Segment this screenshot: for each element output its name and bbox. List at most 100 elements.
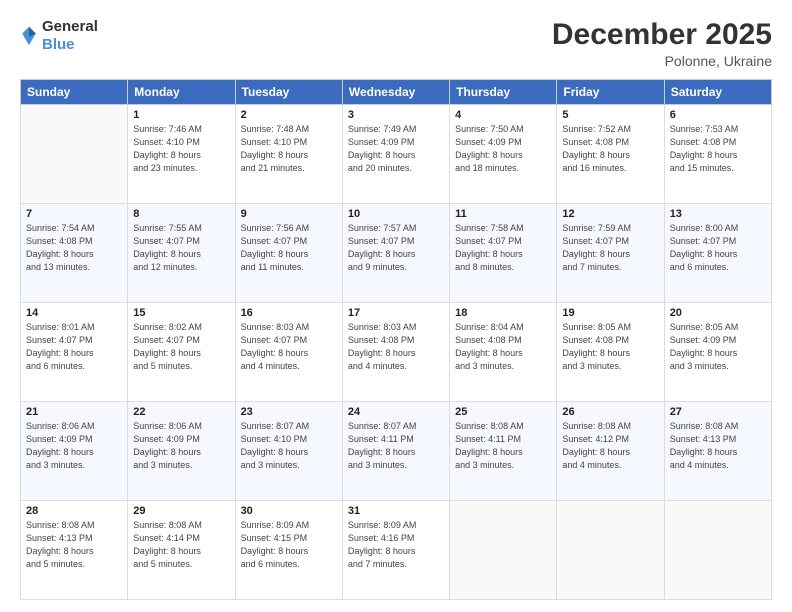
calendar-table: SundayMondayTuesdayWednesdayThursdayFrid… <box>20 79 772 600</box>
day-info: Sunrise: 7:49 AMSunset: 4:09 PMDaylight:… <box>348 123 444 175</box>
calendar-header: SundayMondayTuesdayWednesdayThursdayFrid… <box>21 80 772 105</box>
calendar-cell: 7 Sunrise: 7:54 AMSunset: 4:08 PMDaylight… <box>21 204 128 303</box>
day-number: 5 <box>562 109 658 121</box>
day-info: Sunrise: 8:08 AMSunset: 4:13 PMDaylight:… <box>670 420 766 472</box>
calendar-cell: 25 Sunrise: 8:08 AMSunset: 4:11 PMDayligh… <box>450 402 557 501</box>
calendar-cell <box>450 501 557 600</box>
day-info: Sunrise: 7:57 AMSunset: 4:07 PMDaylight:… <box>348 222 444 274</box>
day-info: Sunrise: 8:04 AMSunset: 4:08 PMDaylight:… <box>455 321 551 373</box>
calendar-cell: 2 Sunrise: 7:48 AMSunset: 4:10 PMDaylight… <box>235 105 342 204</box>
calendar-cell: 23 Sunrise: 8:07 AMSunset: 4:10 PMDayligh… <box>235 402 342 501</box>
day-info: Sunrise: 7:56 AMSunset: 4:07 PMDaylight:… <box>241 222 337 274</box>
calendar-week-row: 21Sunrise: 8:06 AMSunset: 4:09 PMDayligh… <box>21 402 772 501</box>
calendar-cell: 29 Sunrise: 8:08 AMSunset: 4:14 PMDayligh… <box>128 501 235 600</box>
day-number: 20 <box>670 307 766 319</box>
day-info: Sunrise: 7:54 AMSunset: 4:08 PMDaylight:… <box>26 222 122 274</box>
calendar-cell: 26Sunrise: 8:08 AMSunset: 4:12 PMDayligh… <box>557 402 664 501</box>
day-number: 31 <box>348 505 444 517</box>
calendar-cell: 22Sunrise: 8:06 AMSunset: 4:09 PMDayligh… <box>128 402 235 501</box>
day-info: Sunrise: 8:00 AMSunset: 4:07 PMDaylight:… <box>670 222 766 274</box>
day-info: Sunrise: 8:07 AMSunset: 4:10 PMDaylight:… <box>241 420 337 472</box>
day-info: Sunrise: 7:48 AMSunset: 4:10 PMDaylight:… <box>241 123 337 175</box>
day-number: 11 <box>455 208 551 220</box>
calendar-cell: 24Sunrise: 8:07 AMSunset: 4:11 PMDayligh… <box>342 402 449 501</box>
day-info: Sunrise: 8:02 AMSunset: 4:07 PMDaylight:… <box>133 321 229 373</box>
day-number: 14 <box>26 307 122 319</box>
day-number: 6 <box>670 109 766 121</box>
day-info: Sunrise: 7:58 AMSunset: 4:07 PMDaylight:… <box>455 222 551 274</box>
logo-blue: Blue <box>42 36 75 53</box>
weekday-header-sunday: Sunday <box>21 80 128 105</box>
day-number: 10 <box>348 208 444 220</box>
day-info: Sunrise: 7:52 AMSunset: 4:08 PMDaylight:… <box>562 123 658 175</box>
day-info: Sunrise: 8:08 AMSunset: 4:13 PMDaylight:… <box>26 519 122 571</box>
day-number: 12 <box>562 208 658 220</box>
day-number: 19 <box>562 307 658 319</box>
day-info: Sunrise: 8:03 AMSunset: 4:07 PMDaylight:… <box>241 321 337 373</box>
calendar-cell <box>21 105 128 204</box>
logo: General Blue <box>20 18 98 54</box>
calendar-cell: 17Sunrise: 8:03 AMSunset: 4:08 PMDayligh… <box>342 303 449 402</box>
calendar-cell: 5 Sunrise: 7:52 AMSunset: 4:08 PMDaylight… <box>557 105 664 204</box>
day-number: 27 <box>670 406 766 418</box>
calendar-week-row: 14 Sunrise: 8:01 AMSunset: 4:07 PMDayligh… <box>21 303 772 402</box>
weekday-header-tuesday: Tuesday <box>235 80 342 105</box>
day-info: Sunrise: 8:08 AMSunset: 4:14 PMDaylight:… <box>133 519 229 571</box>
weekday-header-saturday: Saturday <box>664 80 771 105</box>
day-number: 22 <box>133 406 229 418</box>
day-info: Sunrise: 8:01 AMSunset: 4:07 PMDaylight:… <box>26 321 122 373</box>
day-number: 29 <box>133 505 229 517</box>
day-number: 2 <box>241 109 337 121</box>
day-info: Sunrise: 7:53 AMSunset: 4:08 PMDaylight:… <box>670 123 766 175</box>
calendar-cell: 11 Sunrise: 7:58 AMSunset: 4:07 PMDayligh… <box>450 204 557 303</box>
weekday-header-monday: Monday <box>128 80 235 105</box>
day-number: 26 <box>562 406 658 418</box>
day-number: 16 <box>241 307 337 319</box>
day-info: Sunrise: 7:59 AMSunset: 4:07 PMDaylight:… <box>562 222 658 274</box>
title-block: December 2025 Polonne, Ukraine <box>552 18 772 69</box>
calendar-cell <box>557 501 664 600</box>
day-number: 17 <box>348 307 444 319</box>
weekday-header-thursday: Thursday <box>450 80 557 105</box>
day-number: 30 <box>241 505 337 517</box>
calendar-cell: 14 Sunrise: 8:01 AMSunset: 4:07 PMDayligh… <box>21 303 128 402</box>
day-number: 1 <box>133 109 229 121</box>
calendar-subtitle: Polonne, Ukraine <box>552 53 772 69</box>
calendar-cell: 19 Sunrise: 8:05 AMSunset: 4:08 PMDayligh… <box>557 303 664 402</box>
day-number: 28 <box>26 505 122 517</box>
calendar-body: 1Sunrise: 7:46 AMSunset: 4:10 PMDaylight… <box>21 105 772 600</box>
calendar-cell: 20Sunrise: 8:05 AMSunset: 4:09 PMDayligh… <box>664 303 771 402</box>
calendar-cell: 18Sunrise: 8:04 AMSunset: 4:08 PMDayligh… <box>450 303 557 402</box>
page-header: General Blue December 2025 Polonne, Ukra… <box>20 18 772 69</box>
day-number: 7 <box>26 208 122 220</box>
day-number: 13 <box>670 208 766 220</box>
day-info: Sunrise: 8:08 AMSunset: 4:11 PMDaylight:… <box>455 420 551 472</box>
calendar-cell: 6 Sunrise: 7:53 AMSunset: 4:08 PMDaylight… <box>664 105 771 204</box>
day-info: Sunrise: 8:07 AMSunset: 4:11 PMDaylight:… <box>348 420 444 472</box>
calendar-cell: 9Sunrise: 7:56 AMSunset: 4:07 PMDaylight… <box>235 204 342 303</box>
day-info: Sunrise: 8:09 AMSunset: 4:15 PMDaylight:… <box>241 519 337 571</box>
calendar-cell: 15Sunrise: 8:02 AMSunset: 4:07 PMDayligh… <box>128 303 235 402</box>
calendar-cell: 8Sunrise: 7:55 AMSunset: 4:07 PMDaylight… <box>128 204 235 303</box>
calendar-cell: 27 Sunrise: 8:08 AMSunset: 4:13 PMDayligh… <box>664 402 771 501</box>
day-info: Sunrise: 7:50 AMSunset: 4:09 PMDaylight:… <box>455 123 551 175</box>
calendar-week-row: 1Sunrise: 7:46 AMSunset: 4:10 PMDaylight… <box>21 105 772 204</box>
calendar-cell: 10 Sunrise: 7:57 AMSunset: 4:07 PMDayligh… <box>342 204 449 303</box>
calendar-cell: 28 Sunrise: 8:08 AMSunset: 4:13 PMDayligh… <box>21 501 128 600</box>
day-info: Sunrise: 8:05 AMSunset: 4:08 PMDaylight:… <box>562 321 658 373</box>
calendar-cell: 31Sunrise: 8:09 AMSunset: 4:16 PMDayligh… <box>342 501 449 600</box>
logo-icon <box>20 25 38 47</box>
day-number: 3 <box>348 109 444 121</box>
weekday-header-wednesday: Wednesday <box>342 80 449 105</box>
calendar-cell: 12 Sunrise: 7:59 AMSunset: 4:07 PMDayligh… <box>557 204 664 303</box>
logo-text: General Blue <box>42 18 98 54</box>
day-number: 21 <box>26 406 122 418</box>
day-number: 23 <box>241 406 337 418</box>
day-number: 4 <box>455 109 551 121</box>
logo-general: General <box>42 18 98 35</box>
calendar-cell: 1Sunrise: 7:46 AMSunset: 4:10 PMDaylight… <box>128 105 235 204</box>
weekday-header-row: SundayMondayTuesdayWednesdayThursdayFrid… <box>21 80 772 105</box>
day-number: 25 <box>455 406 551 418</box>
calendar-week-row: 7 Sunrise: 7:54 AMSunset: 4:08 PMDaylight… <box>21 204 772 303</box>
calendar-cell: 4 Sunrise: 7:50 AMSunset: 4:09 PMDaylight… <box>450 105 557 204</box>
